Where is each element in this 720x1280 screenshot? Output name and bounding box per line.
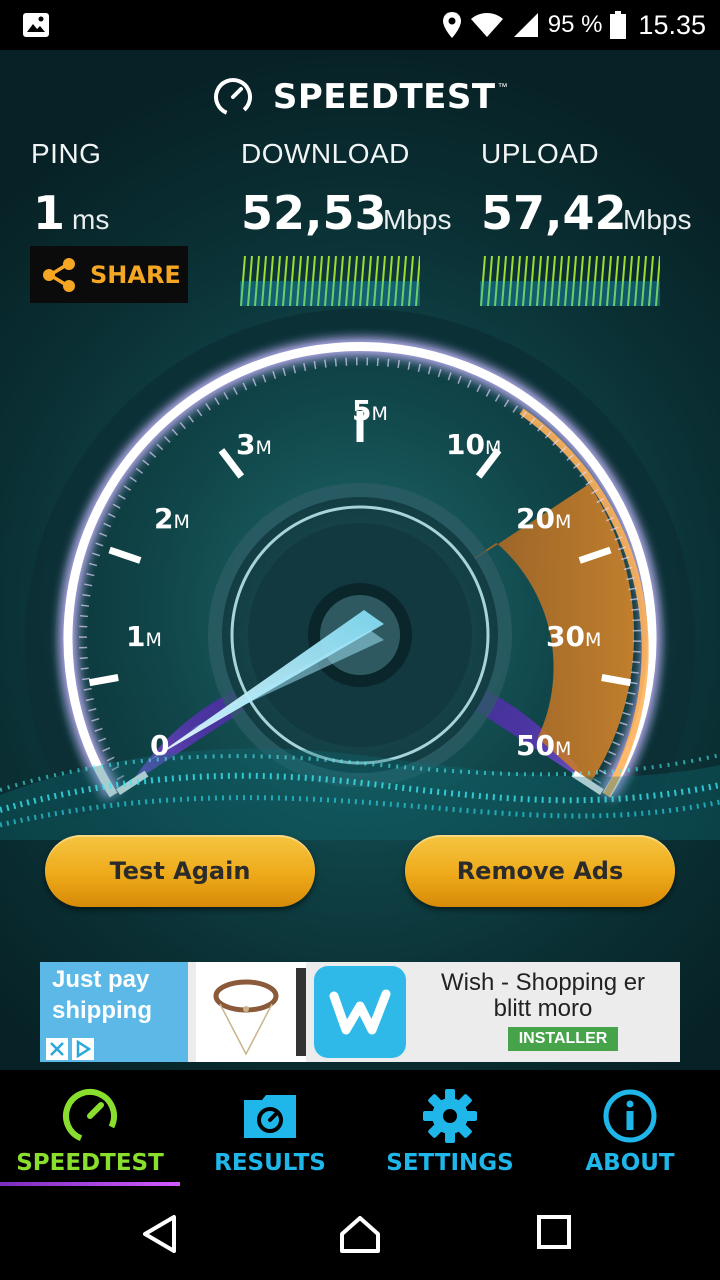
gallery-icon — [23, 13, 49, 37]
back-icon[interactable] — [140, 1214, 180, 1254]
speedometer-icon — [63, 1089, 117, 1143]
gauge-label-5m: 5M — [352, 394, 388, 427]
remove-ads-button[interactable]: Remove Ads — [405, 835, 675, 907]
tab-speedtest[interactable]: SPEEDTEST — [0, 1070, 180, 1186]
ad-title-line1: Wish - Shopping er — [440, 969, 646, 996]
ad-tagline-line1: Just pay — [52, 966, 150, 993]
results-folder-icon — [244, 1095, 296, 1138]
recents-icon[interactable] — [536, 1214, 572, 1250]
ad-banner[interactable]: Just pay shipping Wish - Shopping er bli… — [40, 962, 680, 1062]
gear-icon — [423, 1089, 477, 1143]
gauge-label-3m: 3M — [236, 428, 272, 461]
tab-about[interactable]: ABOUT — [540, 1070, 720, 1186]
ad-close-icon[interactable] — [46, 1038, 68, 1060]
adchoices-icon[interactable] — [72, 1038, 94, 1060]
tab-results-label: RESULTS — [214, 1150, 326, 1176]
ad-title-line2: blitt moro — [493, 995, 593, 1022]
test-again-button[interactable]: Test Again — [45, 835, 315, 907]
info-icon — [603, 1089, 657, 1143]
system-navigation-bar — [0, 1186, 720, 1280]
speedtest-screen: SPEEDTEST ™ PING 1 ms DOWNLOAD 52,53 Mbps… — [0, 50, 720, 1070]
gauge-label-2m: 2M — [154, 502, 190, 535]
ad-promo-panel: Just pay shipping — [40, 962, 188, 1062]
gauge-label-1m: 1M — [126, 620, 162, 653]
status-bar: 95 % 15.35 — [0, 0, 720, 50]
gauge-label-10m: 10M — [446, 428, 501, 461]
tab-settings[interactable]: SETTINGS — [360, 1070, 540, 1186]
tab-speedtest-label: SPEEDTEST — [16, 1150, 164, 1176]
tab-settings-label: SETTINGS — [386, 1150, 514, 1176]
tab-about-label: ABOUT — [585, 1150, 675, 1176]
clock: 15.35 — [638, 9, 706, 40]
location-icon — [442, 12, 461, 38]
wave-decoration — [0, 748, 720, 840]
wish-logo-icon — [314, 966, 406, 1058]
bottom-tab-bar: SPEEDTEST RESULTS SETTINGS ABOUT — [0, 1070, 720, 1186]
ad-tagline-line2: shipping — [52, 997, 152, 1024]
battery-percentage: 95 % — [547, 11, 603, 38]
ad-product-image — [196, 962, 306, 1062]
necklace-image — [213, 968, 306, 1056]
home-icon[interactable] — [338, 1214, 382, 1254]
tab-results[interactable]: RESULTS — [180, 1070, 360, 1186]
wifi-icon — [470, 13, 503, 37]
signal-icon — [513, 13, 538, 37]
battery-icon — [610, 11, 627, 39]
ad-title: Wish - Shopping er blitt moro — [420, 970, 666, 1022]
speed-gauge: 0 1M 2M 3M 5M 10M 20M 30M 50M — [0, 308, 720, 840]
ad-install-button[interactable]: INSTALLER — [508, 1027, 618, 1051]
